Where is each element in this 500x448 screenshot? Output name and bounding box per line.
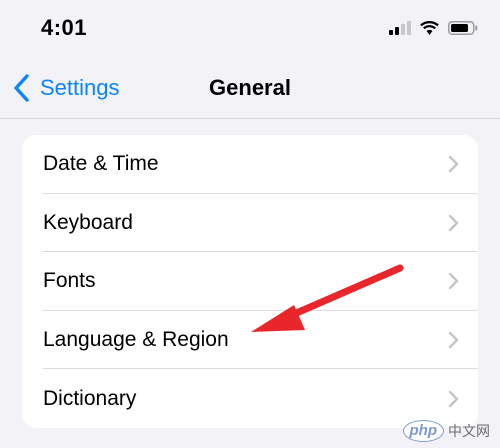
chevron-right-icon xyxy=(448,156,459,173)
watermark-logo: php xyxy=(402,420,444,442)
list-item-label: Fonts xyxy=(43,269,96,293)
list-item-keyboard[interactable]: Keyboard xyxy=(22,194,478,253)
list-item-label: Date & Time xyxy=(43,152,159,176)
chevron-right-icon xyxy=(448,273,459,290)
chevron-right-icon xyxy=(448,390,459,407)
list-item-fonts[interactable]: Fonts xyxy=(22,252,478,311)
settings-list: Date & Time Keyboard Fonts Language & Re… xyxy=(22,135,478,428)
status-bar: 4:01 xyxy=(0,0,500,58)
list-item-label: Keyboard xyxy=(43,210,133,234)
list-item-label: Dictionary xyxy=(43,386,137,410)
watermark-text: 中文网 xyxy=(448,423,490,439)
list-item-language-region[interactable]: Language & Region xyxy=(22,311,478,370)
chevron-right-icon xyxy=(448,214,459,232)
list-item-date-time[interactable]: Date & Time xyxy=(22,135,478,194)
cellular-signal-icon xyxy=(389,21,411,35)
wifi-icon xyxy=(420,21,439,35)
status-time: 4:01 xyxy=(41,15,88,40)
list-item-label: Language & Region xyxy=(43,328,229,352)
navigation-bar: Settings General xyxy=(0,58,500,119)
chevron-right-icon xyxy=(448,331,459,349)
watermark: php 中文网 xyxy=(402,420,490,442)
page-title: General xyxy=(209,75,291,100)
battery-icon xyxy=(448,21,478,35)
status-icons xyxy=(389,21,478,35)
